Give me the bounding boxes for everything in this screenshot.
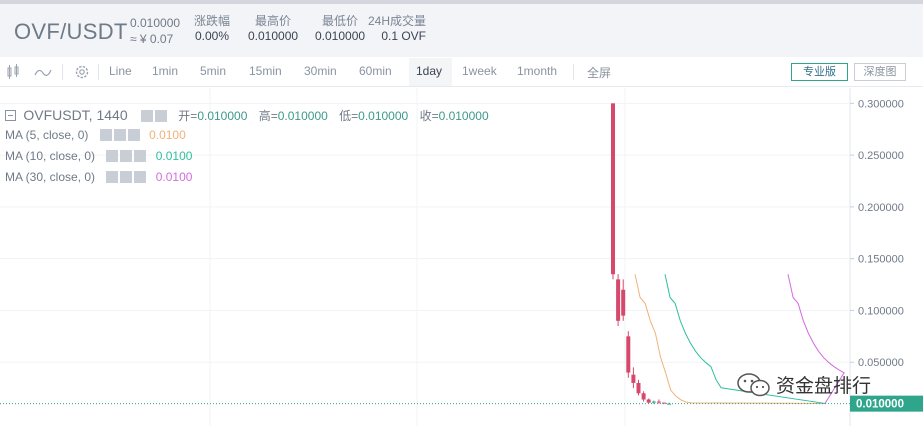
legend-open: 0.010000 xyxy=(197,109,248,123)
candle-body xyxy=(662,402,666,404)
pro-version-button[interactable]: 专业版 xyxy=(791,63,848,81)
candle-body xyxy=(636,382,641,394)
toolbar-divider xyxy=(62,64,63,80)
collapse-legend-icon[interactable] xyxy=(5,110,16,121)
candle-body xyxy=(626,336,631,373)
pair-title: OVF/USDT xyxy=(14,19,128,44)
settings-icon[interactable] xyxy=(113,129,126,141)
close-icon[interactable] xyxy=(134,171,147,183)
eye-icon[interactable] xyxy=(99,129,112,141)
interval-1min[interactable]: 1min xyxy=(152,64,178,78)
ma10-value: 0.0100 xyxy=(155,149,193,163)
interval-60min[interactable]: 60min xyxy=(359,64,392,78)
ma30-value: 0.0100 xyxy=(155,170,193,184)
candle-body xyxy=(611,103,615,275)
interval-1week[interactable]: 1week xyxy=(462,64,497,78)
wechat-icon xyxy=(737,373,770,397)
toolbar-divider xyxy=(98,64,99,80)
last-price: 0.010000 xyxy=(130,16,181,30)
settings-icon[interactable] xyxy=(120,171,133,183)
toolbar-divider xyxy=(573,64,574,80)
legend-symbol: OVFUSDT, 1440 xyxy=(23,107,128,123)
candle-body xyxy=(646,399,651,403)
legend-ma5: MA (5, close, 0) 0.0100 xyxy=(5,128,186,142)
last-price-label: 0.010000 xyxy=(856,399,904,411)
interval-1day[interactable]: 1day xyxy=(416,64,442,78)
eye-icon[interactable] xyxy=(140,110,153,122)
interval-5min[interactable]: 5min xyxy=(200,64,226,78)
chart-toolbar: Line 1min 5min 15min 30min 60min 1day 1w… xyxy=(0,57,923,87)
interval-30min[interactable]: 30min xyxy=(304,64,337,78)
candle-body xyxy=(616,279,621,321)
close-icon[interactable] xyxy=(134,150,147,162)
y-tick-label: 0.050000 xyxy=(858,357,904,369)
approx-cny: ≈ ¥ 0.07 xyxy=(130,32,174,46)
eye-icon[interactable] xyxy=(106,150,119,162)
legend-ohlc: OVFUSDT, 1440 开=0.010000 高=0.010000 低=0.… xyxy=(5,107,489,124)
price-block: 0.010000 ≈ ¥ 0.07 xyxy=(130,15,180,47)
legend-ma10: MA (10, close, 0) 0.0100 xyxy=(5,149,193,163)
watermark-text: 资金盘排行 xyxy=(776,376,872,397)
candle-body xyxy=(631,374,636,383)
interval-1month[interactable]: 1month xyxy=(517,64,557,78)
indicator-icon[interactable] xyxy=(34,65,52,79)
legend-high: 0.010000 xyxy=(277,109,328,123)
stat-high: 最高价 0.010000 xyxy=(248,14,299,43)
legend-close: 0.010000 xyxy=(438,109,489,123)
settings-gear-icon[interactable] xyxy=(74,64,90,80)
y-tick-label: 0.150000 xyxy=(858,254,904,266)
candle-body xyxy=(641,393,646,400)
interval-15min[interactable]: 15min xyxy=(249,64,282,78)
stat-change: 涨跌幅 0.00% xyxy=(194,14,231,43)
candle-type-icon[interactable] xyxy=(6,64,20,80)
settings-icon[interactable] xyxy=(120,150,133,162)
y-tick-label: 0.200000 xyxy=(858,202,904,214)
chart-area[interactable]: 0.300000 0.250000 0.200000 0.150000 0.100000… xyxy=(0,88,923,426)
eye-icon[interactable] xyxy=(106,171,119,183)
close-icon[interactable] xyxy=(127,129,140,141)
interval-line[interactable]: Line xyxy=(109,64,132,78)
ma5-value: 0.0100 xyxy=(149,128,186,142)
stat-low: 最低价 0.010000 xyxy=(315,14,366,43)
y-tick-label: 0.250000 xyxy=(858,150,904,162)
y-tick-label: 0.100000 xyxy=(858,305,904,317)
settings-icon[interactable] xyxy=(154,110,167,122)
legend-ma30: MA (30, close, 0) 0.0100 xyxy=(5,170,193,184)
ticker-bar: OVF/USDT 0.010000 ≈ ¥ 0.07 涨跌幅 0.00% 最高价… xyxy=(0,0,923,57)
stat-volume: 24H成交量 0.1 OVF xyxy=(368,14,427,43)
legend-low: 0.010000 xyxy=(358,109,409,123)
candle-body xyxy=(651,401,656,403)
candle-body xyxy=(656,401,661,403)
fullscreen-button[interactable]: 全屏 xyxy=(587,64,611,81)
depth-chart-button[interactable]: 深度图 xyxy=(854,63,906,81)
candle-body xyxy=(621,289,626,316)
y-tick-label: 0.300000 xyxy=(858,98,904,110)
